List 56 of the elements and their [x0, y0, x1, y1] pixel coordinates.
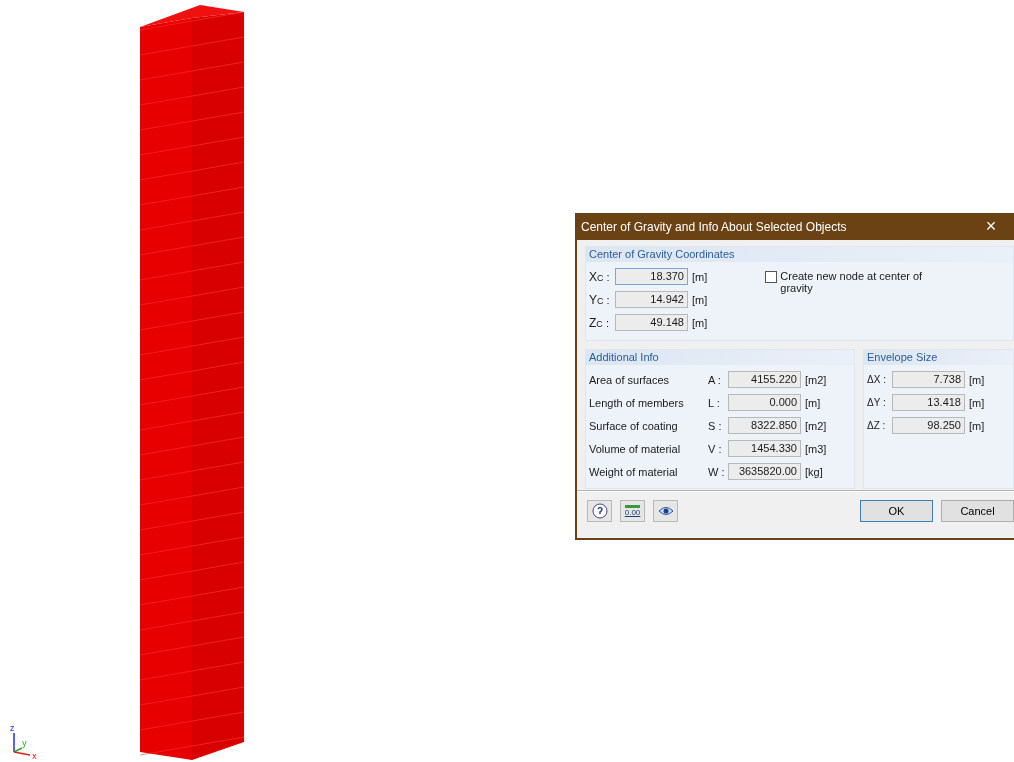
- group-title: Envelope Size: [864, 350, 1013, 365]
- value-field[interactable]: 3635820.00: [728, 463, 801, 480]
- symbol-label: ΔX :: [866, 374, 887, 385]
- ok-button[interactable]: OK: [860, 500, 933, 522]
- unit-label: [m2]: [805, 419, 827, 432]
- value-field[interactable]: 49.148: [615, 314, 688, 331]
- checkbox[interactable]: [765, 271, 778, 283]
- property-label: Area of surfaces: [588, 373, 671, 386]
- unit-label: [m]: [692, 316, 708, 329]
- property-label: Volume of material: [588, 442, 682, 455]
- coordinate-label: XC :: [588, 269, 611, 284]
- value-field[interactable]: 1454.330: [728, 440, 801, 457]
- help-button[interactable]: [587, 500, 612, 522]
- property-label: Weight of material: [588, 465, 679, 478]
- value-field[interactable]: 0.000: [728, 394, 801, 411]
- unit-label: [m]: [692, 293, 708, 306]
- property-label: Surface of coating: [588, 419, 679, 432]
- coordinate-label: ZC :: [588, 315, 610, 330]
- value-field[interactable]: 18.370: [615, 268, 688, 285]
- symbol-label: V :: [707, 442, 723, 455]
- group-title: Additional Info: [586, 350, 854, 365]
- unit-label: [m]: [692, 270, 708, 283]
- unit-label: [m]: [969, 396, 985, 409]
- symbol-label: A :: [707, 373, 722, 386]
- unit-label: [m]: [969, 373, 985, 386]
- unit-label: [m3]: [805, 442, 827, 455]
- cancel-button[interactable]: Cancel: [941, 500, 1014, 522]
- help-icon: [591, 503, 608, 519]
- symbol-label: ΔZ :: [866, 420, 887, 431]
- value-field[interactable]: 14.942: [615, 291, 688, 308]
- symbol-label: ΔY :: [866, 397, 887, 408]
- decimals-button[interactable]: 0.00: [620, 500, 645, 522]
- eye-icon: [657, 506, 674, 516]
- symbol-label: S :: [707, 419, 723, 432]
- symbol-label: W :: [707, 465, 726, 478]
- value-field[interactable]: 7.738: [892, 371, 965, 388]
- value-field[interactable]: 4155.220: [728, 371, 801, 388]
- value-field[interactable]: 8322.850: [728, 417, 801, 434]
- unit-label: [m2]: [805, 373, 827, 386]
- value-field[interactable]: 13.418: [892, 394, 965, 411]
- checkbox-label: Create new node at center of gravity: [780, 270, 924, 294]
- axis-triad-drawing: [13, 732, 31, 756]
- window-title: Center of Gravity and Info About Selected Objects: [581, 219, 847, 234]
- view-button[interactable]: [653, 500, 678, 522]
- value-field[interactable]: 98.250: [892, 417, 965, 434]
- symbol-label: L :: [707, 396, 721, 409]
- axis-label: z: [10, 724, 15, 733]
- property-label: Length of members: [588, 396, 685, 409]
- unit-label: [m]: [805, 396, 821, 409]
- unit-label: [m]: [969, 419, 985, 432]
- axis-label: x: [32, 752, 37, 761]
- axis-label: y: [22, 739, 27, 748]
- unit-label: [kg]: [805, 465, 823, 478]
- coordinate-label: YC :: [588, 292, 611, 307]
- group-title: Center of Gravity Coordinates: [586, 247, 1013, 262]
- close-button[interactable]: ×: [980, 216, 1002, 237]
